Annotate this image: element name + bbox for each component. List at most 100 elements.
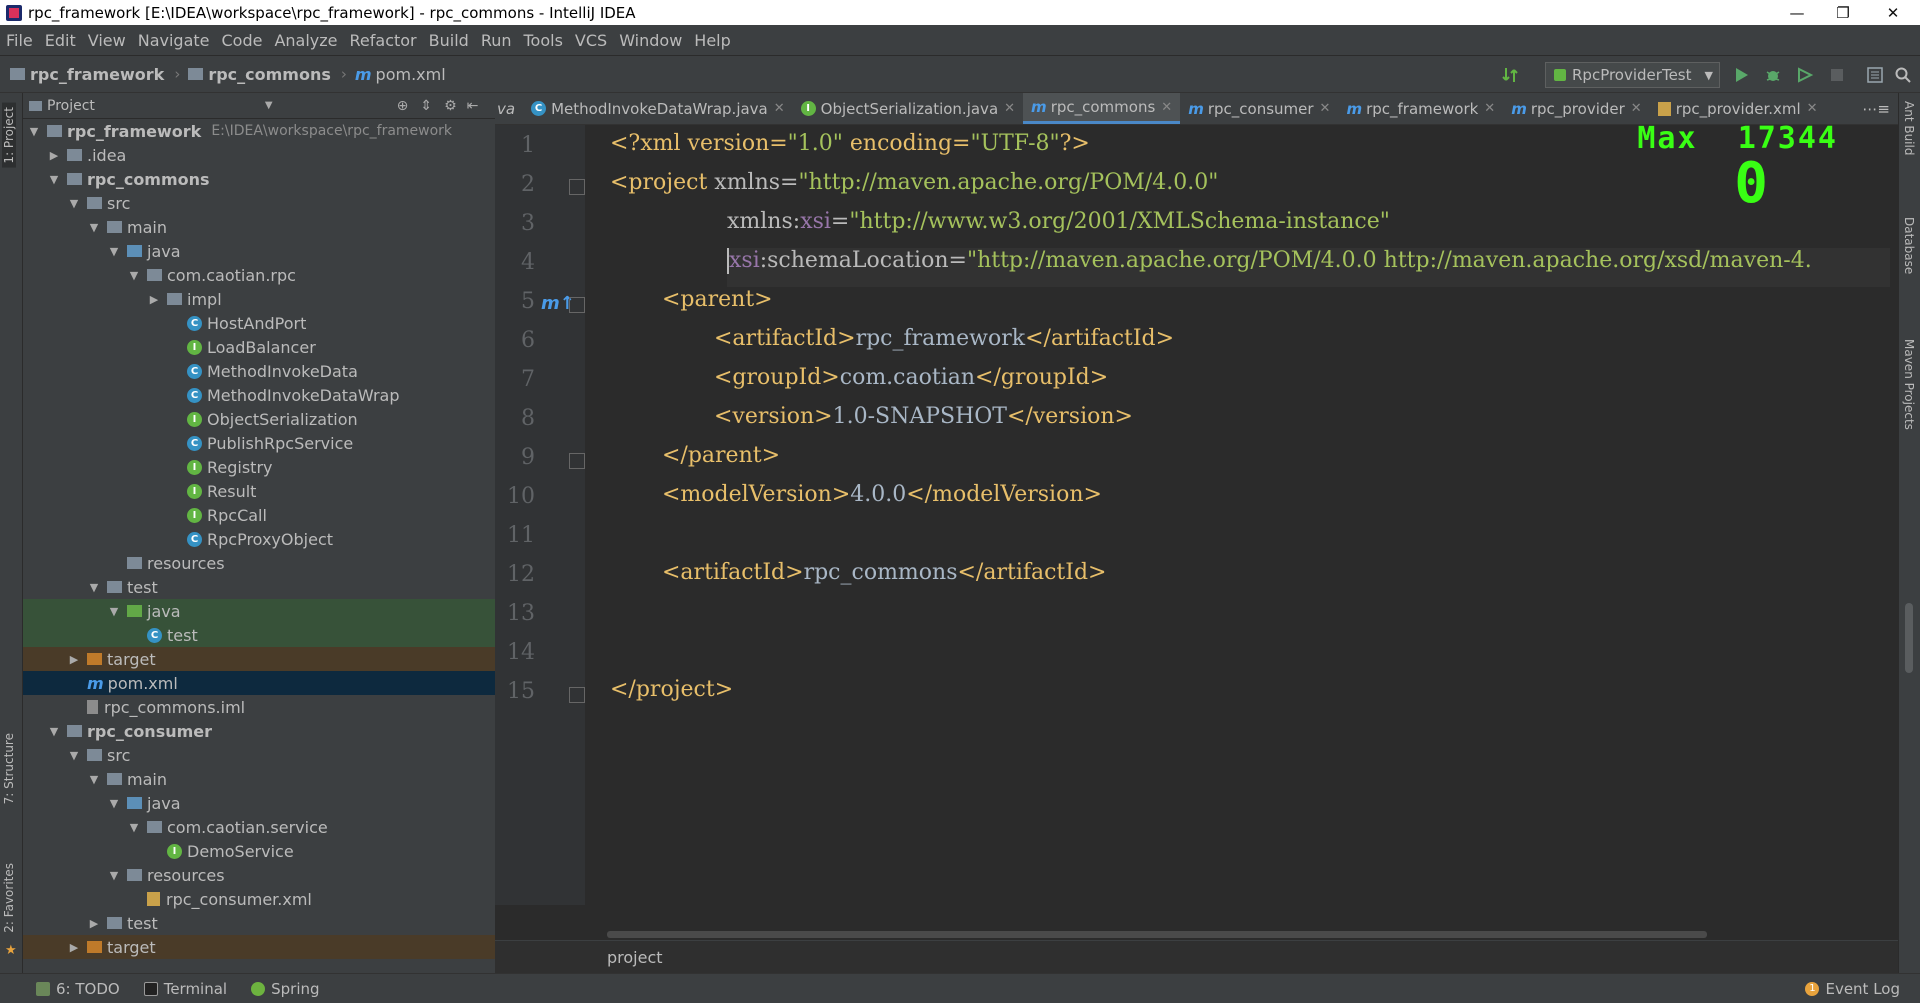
menu-navigate[interactable]: Navigate bbox=[138, 31, 210, 50]
menu-view[interactable]: View bbox=[88, 31, 126, 50]
expand-arrow-icon[interactable]: ▼ bbox=[27, 125, 41, 138]
tree-node-idea[interactable]: ▶ .idea bbox=[23, 143, 495, 167]
tree-node-interface[interactable]: I Registry bbox=[23, 455, 495, 479]
tab-partial[interactable]: va bbox=[495, 93, 523, 124]
tree-node-pom[interactable]: m pom.xml bbox=[23, 671, 495, 695]
fold-marker-icon[interactable] bbox=[569, 687, 585, 703]
tree-node-impl[interactable]: ▶ impl bbox=[23, 287, 495, 311]
collapsed-arrow-icon[interactable]: ▶ bbox=[47, 149, 61, 162]
tree-node-test[interactable]: ▶ test bbox=[23, 911, 495, 935]
breadcrumb-root[interactable]: rpc_framework bbox=[10, 65, 164, 84]
build-icon[interactable] bbox=[1502, 66, 1520, 84]
tab-methodinvokedatawrap[interactable]: C MethodInvokeDataWrap.java ✕ bbox=[523, 93, 793, 124]
close-tab-icon[interactable]: ✕ bbox=[1161, 100, 1172, 115]
expand-arrow-icon[interactable]: ▼ bbox=[47, 173, 61, 186]
tree-node-interface[interactable]: I LoadBalancer bbox=[23, 335, 495, 359]
ant-build-tool-tab[interactable]: Ant Build bbox=[1902, 101, 1916, 155]
menu-window[interactable]: Window bbox=[619, 31, 682, 50]
close-tab-icon[interactable]: ✕ bbox=[1807, 101, 1818, 116]
close-tab-icon[interactable]: ✕ bbox=[1320, 101, 1331, 116]
tree-node-xml[interactable]: rpc_consumer.xml bbox=[23, 887, 495, 911]
todo-tool-button[interactable]: 6: TODO bbox=[36, 980, 120, 998]
tree-node-package[interactable]: ▼ com.caotian.service bbox=[23, 815, 495, 839]
chevron-down-icon[interactable]: ▼ bbox=[265, 100, 273, 111]
tree-node-iml[interactable]: rpc_commons.iml bbox=[23, 695, 495, 719]
tab-rpc-commons[interactable]: m rpc_commons ✕ bbox=[1023, 93, 1181, 124]
fold-marker-icon[interactable] bbox=[569, 297, 585, 313]
expand-arrow-icon[interactable]: ▼ bbox=[107, 869, 121, 882]
tab-list-menu[interactable]: ⋯≡ bbox=[1854, 93, 1898, 124]
fold-marker-icon[interactable] bbox=[569, 453, 585, 469]
tree-node-interface[interactable]: I DemoService bbox=[23, 839, 495, 863]
collapsed-arrow-icon[interactable]: ▶ bbox=[67, 653, 81, 666]
tree-node-class[interactable]: C MethodInvokeData bbox=[23, 359, 495, 383]
tab-rpc-provider-xml[interactable]: rpc_provider.xml ✕ bbox=[1650, 93, 1826, 124]
tree-node-resources[interactable]: resources bbox=[23, 551, 495, 575]
expand-arrow-icon[interactable]: ▼ bbox=[107, 797, 121, 810]
close-tab-icon[interactable]: ✕ bbox=[1004, 101, 1015, 116]
debug-icon[interactable] bbox=[1764, 66, 1782, 84]
tree-node-resources[interactable]: ▼ resources bbox=[23, 863, 495, 887]
run-config-select[interactable]: RpcProviderTest ▼ bbox=[1545, 62, 1720, 88]
menu-code[interactable]: Code bbox=[222, 31, 263, 50]
search-icon[interactable] bbox=[1894, 66, 1912, 84]
close-tab-icon[interactable]: ✕ bbox=[1631, 101, 1642, 116]
collapse-all-icon[interactable]: ⇕ bbox=[420, 98, 432, 114]
tree-node-package[interactable]: ▼ com.caotian.rpc bbox=[23, 263, 495, 287]
collapsed-arrow-icon[interactable]: ▶ bbox=[67, 941, 81, 954]
menu-vcs[interactable]: VCS bbox=[575, 31, 607, 50]
breadcrumb-file[interactable]: m pom.xml bbox=[355, 65, 446, 84]
tree-node-interface[interactable]: I Result bbox=[23, 479, 495, 503]
project-structure-icon[interactable] bbox=[1866, 66, 1884, 84]
locate-icon[interactable]: ⊕ bbox=[397, 98, 409, 114]
tree-node-rpc-framework[interactable]: ▼ rpc_framework E:\IDEA\workspace\rpc_fram… bbox=[23, 119, 495, 143]
tree-node-interface[interactable]: I ObjectSerialization bbox=[23, 407, 495, 431]
close-button[interactable]: ✕ bbox=[1870, 0, 1916, 25]
expand-arrow-icon[interactable]: ▼ bbox=[107, 245, 121, 258]
tree-node-src[interactable]: ▼ src bbox=[23, 743, 495, 767]
menu-tools[interactable]: Tools bbox=[524, 31, 563, 50]
tab-objectserialization[interactable]: I ObjectSerialization.java ✕ bbox=[793, 93, 1023, 124]
expand-arrow-icon[interactable]: ▼ bbox=[127, 821, 141, 834]
tab-rpc-framework[interactable]: m rpc_framework ✕ bbox=[1338, 93, 1503, 124]
spring-tool-button[interactable]: Spring bbox=[251, 980, 320, 998]
tree-node-test-class[interactable]: Ctest bbox=[23, 623, 495, 647]
collapsed-arrow-icon[interactable]: ▶ bbox=[147, 293, 161, 306]
collapsed-arrow-icon[interactable]: ▶ bbox=[87, 917, 101, 930]
expand-arrow-icon[interactable]: ▼ bbox=[47, 725, 61, 738]
close-tab-icon[interactable]: ✕ bbox=[774, 101, 785, 116]
expand-arrow-icon[interactable]: ▼ bbox=[87, 773, 101, 786]
vertical-scrollbar[interactable] bbox=[1905, 603, 1913, 673]
tab-rpc-consumer[interactable]: m rpc_consumer ✕ bbox=[1180, 93, 1338, 124]
expand-arrow-icon[interactable]: ▼ bbox=[67, 197, 81, 210]
expand-arrow-icon[interactable]: ▼ bbox=[87, 221, 101, 234]
terminal-tool-button[interactable]: Terminal bbox=[143, 980, 227, 998]
tree-node-interface[interactable]: I RpcCall bbox=[23, 503, 495, 527]
tree-node-class[interactable]: C HostAndPort bbox=[23, 311, 495, 335]
menu-build[interactable]: Build bbox=[429, 31, 469, 50]
fold-marker-icon[interactable] bbox=[569, 179, 585, 195]
stop-icon[interactable] bbox=[1828, 66, 1846, 84]
project-view-select[interactable]: Project bbox=[47, 98, 95, 114]
tab-rpc-provider[interactable]: m rpc_provider ✕ bbox=[1503, 93, 1649, 124]
tree-node-class[interactable]: C MethodInvokeDataWrap bbox=[23, 383, 495, 407]
menu-analyze[interactable]: Analyze bbox=[274, 31, 337, 50]
tree-node-test-java[interactable]: ▼ java bbox=[23, 599, 495, 623]
menu-help[interactable]: Help bbox=[694, 31, 730, 50]
tree-node-main[interactable]: ▼ main bbox=[23, 767, 495, 791]
maven-projects-tool-tab[interactable]: Maven Projects bbox=[1902, 339, 1916, 430]
tree-node-java[interactable]: ▼ java bbox=[23, 791, 495, 815]
tree-node-class[interactable]: C RpcProxyObject bbox=[23, 527, 495, 551]
code-area[interactable]: <?xml version="1.0" encoding="UTF-8"?> <… bbox=[610, 125, 1890, 905]
minimize-button[interactable]: — bbox=[1774, 0, 1820, 25]
run-icon[interactable] bbox=[1732, 66, 1750, 84]
menu-run[interactable]: Run bbox=[481, 31, 512, 50]
close-tab-icon[interactable]: ✕ bbox=[1484, 101, 1495, 116]
expand-arrow-icon[interactable]: ▼ bbox=[107, 605, 121, 618]
tree-node-target[interactable]: ▶ target bbox=[23, 647, 495, 671]
tree-node-test[interactable]: ▼ test bbox=[23, 575, 495, 599]
coverage-icon[interactable] bbox=[1796, 66, 1814, 84]
tree-node-rpc-consumer[interactable]: ▼ rpc_consumer bbox=[23, 719, 495, 743]
project-tool-tab[interactable]: 1: Project bbox=[2, 103, 16, 168]
tree-node-rpc-commons[interactable]: ▼ rpc_commons bbox=[23, 167, 495, 191]
